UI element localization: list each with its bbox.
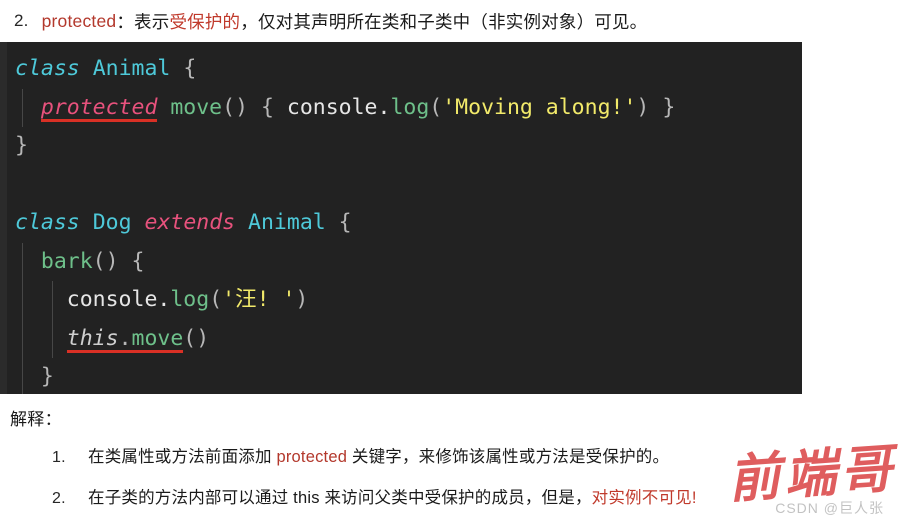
- explanation-text-pre: 在类属性或方法前面添加: [88, 448, 277, 466]
- explanation-keyword: protected: [276, 448, 348, 466]
- code-block[interactable]: class Animal { protected move() { consol…: [0, 42, 802, 394]
- code-token-brace: {: [338, 210, 352, 235]
- explanation-label: 解释：: [10, 410, 62, 429]
- code-line: }: [7, 127, 802, 166]
- code-line: protected move() { console.log('Moving a…: [7, 88, 802, 128]
- code-token-keyword: class: [15, 56, 80, 81]
- code-token-punctuation: (: [429, 94, 443, 120]
- code-token-type: Dog: [92, 210, 132, 235]
- code-token-punctuation: .: [118, 325, 132, 351]
- code-token-plain: console: [286, 94, 378, 120]
- code-line: bark() {: [7, 242, 802, 282]
- code-token-brace: }: [40, 364, 54, 389]
- explanation-list: 1. 在类属性或方法前面添加 protected 关键字，来修饰该属性或方法是受保…: [0, 443, 904, 525]
- explanation-item-number: 2.: [52, 490, 66, 507]
- code-token-function: move: [170, 94, 223, 120]
- code-token-punctuation: (: [209, 287, 223, 312]
- code-token-plain: .: [377, 94, 391, 120]
- code-line: class Animal {: [7, 50, 802, 89]
- code-token-punctuation: ): [295, 287, 309, 312]
- code-underline-highlight: protected: [41, 95, 158, 120]
- top-statement-number: 2.: [14, 11, 29, 30]
- explanation-text-pre: 在子类的方法内部可以通过 this 来访问父类中受保护的成员，但是，: [88, 489, 592, 507]
- code-token-brace: {: [260, 94, 274, 120]
- code-token-brace: }: [662, 94, 676, 120]
- top-statement-keyword: protected: [41, 10, 117, 31]
- code-token-string: 'Moving along!': [442, 94, 637, 120]
- code-token-modifier: protected: [40, 94, 158, 120]
- explanation-text-emphasis: 对实例不可见!: [591, 489, 697, 507]
- code-content[interactable]: class Animal { protected move() { consol…: [7, 50, 802, 394]
- top-statement: 2. protected ：表示 受保护的 ，仅对其声明所在类和子类中（非实例对…: [0, 0, 904, 42]
- code-token-this: this: [66, 325, 119, 351]
- code-token-brace: {: [183, 56, 197, 81]
- code-token-plain: .: [157, 287, 171, 312]
- code-token-punctuation: ): [636, 94, 650, 120]
- explanation-item-number: 1.: [52, 449, 66, 466]
- code-line: this.move(): [7, 319, 802, 359]
- code-token-brace: }: [15, 133, 28, 158]
- top-statement-separator: ：表示: [116, 11, 170, 32]
- explanation-item-text: 在类属性或方法前面添加 protected 关键字，来修饰该属性或方法是受保护的…: [88, 443, 669, 467]
- code-token-brace: {: [131, 248, 145, 274]
- code-token-type: Animal: [248, 210, 326, 235]
- code-token-punctuation: (): [92, 248, 119, 274]
- code-gutter: [0, 42, 7, 394]
- code-token-string: '汪! ': [222, 287, 296, 312]
- code-token-function: log: [390, 94, 430, 120]
- code-token-punctuation: (): [222, 94, 249, 120]
- code-token-type: Animal: [92, 56, 171, 81]
- top-statement-highlight: 受保护的: [169, 11, 241, 32]
- explanation-text-post: 关键字，来修饰该属性或方法是受保护的。: [347, 448, 670, 466]
- code-token-modifier: extends: [144, 210, 236, 235]
- code-token-function: log: [170, 287, 210, 312]
- code-line: console.log('汪! '): [7, 281, 802, 320]
- code-line: class Dog extends Animal {: [7, 204, 802, 243]
- code-token-keyword: class: [15, 210, 80, 235]
- code-token-function: bark: [40, 248, 93, 274]
- code-underline-highlight: this.move: [67, 326, 184, 351]
- code-token-function: move: [131, 325, 184, 351]
- code-token-plain: console: [66, 287, 158, 312]
- explanation-item: 1. 在类属性或方法前面添加 protected 关键字，来修饰该属性或方法是受保…: [0, 443, 904, 484]
- explanation-item: 2. 在子类的方法内部可以通过 this 来访问父类中受保护的成员，但是，对实例不…: [0, 484, 904, 525]
- explanation-item-text: 在子类的方法内部可以通过 this 来访问父类中受保护的成员，但是，对实例不可见…: [88, 484, 697, 508]
- code-token-punctuation: (): [183, 325, 210, 351]
- top-statement-rest: ，仅对其声明所在类和子类中（非实例对象）可见。: [240, 11, 648, 32]
- code-line: }: [7, 358, 802, 394]
